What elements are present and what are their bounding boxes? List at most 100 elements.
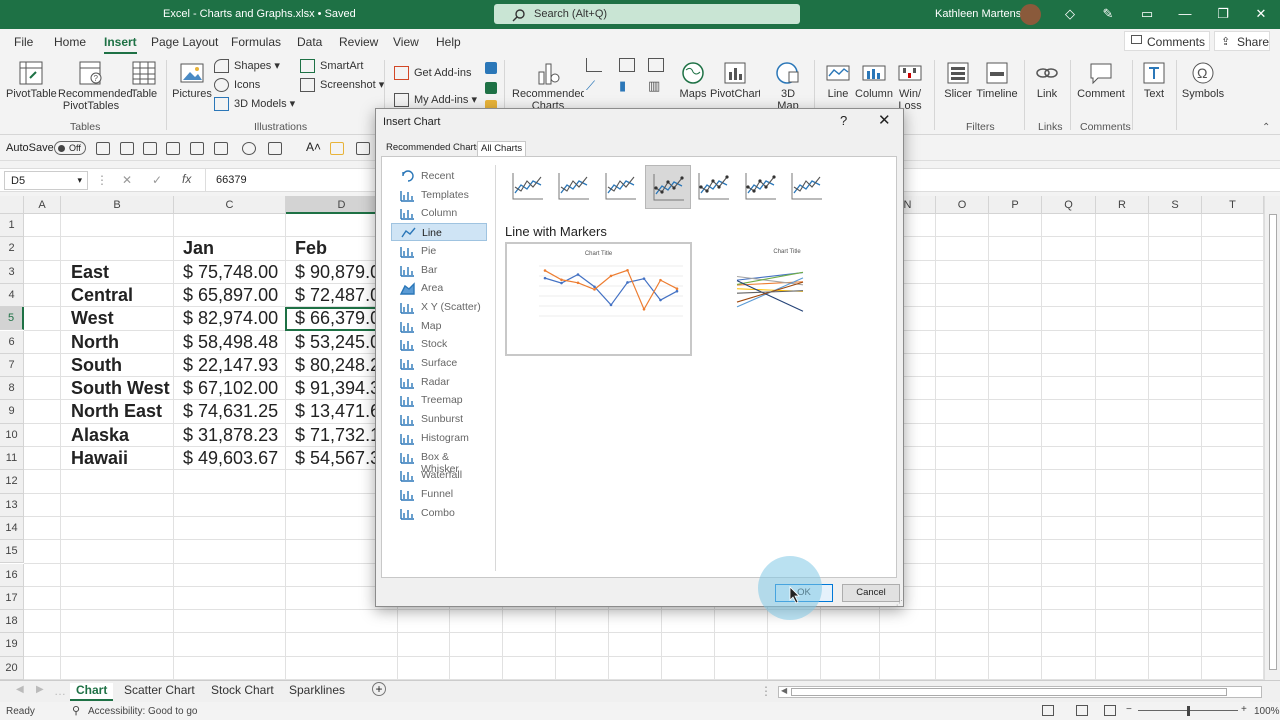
borders-icon[interactable] [356, 142, 370, 155]
cell-region[interactable]: Hawaii [71, 448, 173, 469]
waterfall-chart-icon[interactable] [648, 58, 664, 72]
column-header-q[interactable]: Q [1042, 196, 1096, 214]
cancel-button[interactable]: Cancel [842, 584, 900, 602]
cancel-entry-icon[interactable]: ✕ [122, 173, 132, 187]
row-header-9[interactable]: 9 [0, 400, 24, 424]
row-header-2[interactable]: 2 [0, 237, 24, 261]
sheet-tab-stock-chart[interactable]: Stock Chart [205, 683, 280, 697]
help-icon[interactable]: ? [840, 113, 847, 128]
search-box[interactable]: Search (Alt+Q) [494, 4, 800, 24]
column-header-c[interactable]: C [174, 196, 286, 214]
icons-button[interactable]: Icons [214, 76, 260, 94]
subtype-line[interactable] [505, 165, 551, 209]
chart-type-sunburst[interactable]: Sunburst [391, 410, 487, 428]
select-all-corner[interactable] [0, 196, 24, 214]
row-header-13[interactable]: 13 [0, 493, 24, 517]
cell-region[interactable]: South [71, 355, 173, 376]
subtype-3d-line[interactable] [784, 165, 830, 209]
next-sheet-icon[interactable]: ▶ [36, 684, 44, 695]
chart-type-line[interactable]: Line [391, 223, 487, 242]
cell-region[interactable]: West [71, 308, 173, 329]
tab-view[interactable]: View [393, 35, 419, 49]
row-header-5[interactable]: 5 [0, 307, 24, 331]
row-header-12[interactable]: 12 [0, 470, 24, 494]
row-header-15[interactable]: 15 [0, 540, 24, 564]
column-header-t[interactable]: T [1202, 196, 1264, 214]
chart-type-map[interactable]: Map [391, 317, 487, 335]
insert-function-icon[interactable]: fx [182, 172, 191, 186]
page-break-view-icon[interactable] [1104, 705, 1116, 716]
tab-recommended-charts[interactable]: Recommended Charts [383, 141, 484, 157]
confirm-entry-icon[interactable]: ✓ [152, 173, 162, 187]
chart-type-surface[interactable]: Surface [391, 354, 487, 372]
pivotchart-button[interactable]: PivotChart [710, 60, 760, 112]
zoom-level[interactable]: 100% [1254, 706, 1280, 717]
row-header-7[interactable]: 7 [0, 353, 24, 378]
tab-all-charts[interactable]: All Charts [477, 141, 527, 157]
column-header-s[interactable]: S [1149, 196, 1202, 214]
resize-grip-icon[interactable]: ⋰ [896, 599, 903, 607]
chart-type-radar[interactable]: Radar [391, 373, 487, 391]
minimize-ribbon-icon[interactable]: ▭ [1140, 7, 1154, 21]
user-name[interactable]: Kathleen Martens [935, 8, 1021, 20]
cell-region[interactable]: Central [71, 285, 173, 306]
close-icon[interactable]: ✕ [878, 111, 891, 129]
screenshot-button[interactable]: Screenshot ▾ [300, 76, 384, 94]
row-header-10[interactable]: 10 [0, 423, 24, 447]
my-addins-button[interactable]: My Add-ins ▾ [394, 91, 477, 109]
cell-jan-value[interactable]: $ 49,603.67 [183, 448, 285, 469]
accessibility-status[interactable]: Accessibility: Good to go [88, 706, 198, 717]
row-header-8[interactable]: 8 [0, 377, 24, 401]
subtype-line-with-markers[interactable] [645, 165, 691, 209]
combo-chart-icon[interactable]: ▥ [648, 78, 660, 94]
more-sheets-icon[interactable]: … [54, 684, 66, 698]
sheet-tab-scatter-chart[interactable]: Scatter Chart [118, 683, 201, 697]
prev-sheet-icon[interactable]: ◀ [16, 684, 24, 695]
page-layout-view-icon[interactable] [1076, 705, 1088, 716]
chart-type-area[interactable]: Area [391, 279, 487, 297]
chart-type-funnel[interactable]: Funnel [391, 485, 487, 503]
document-icon[interactable] [214, 142, 228, 155]
column-header-a[interactable]: A [24, 196, 61, 214]
statistic-chart-icon[interactable]: ▮ [619, 78, 626, 94]
print-icon[interactable] [190, 142, 204, 155]
cell-jan-value[interactable]: $ 74,631.25 [183, 401, 285, 422]
subtype-stacked-line[interactable] [551, 165, 597, 209]
row-header-16[interactable]: 16 [0, 563, 24, 587]
3d-map-button[interactable]: 3D Map [770, 60, 806, 112]
collapse-ribbon-icon[interactable]: ⌃ [1262, 122, 1270, 133]
recommended-pivottables-button[interactable]: ? Recommended PivotTables [58, 60, 133, 112]
row-header-14[interactable]: 14 [0, 516, 24, 541]
chart-type-combo[interactable]: Combo [391, 504, 487, 522]
save-icon[interactable] [96, 142, 110, 155]
sheet-tab-sparklines[interactable]: Sparklines [283, 683, 351, 697]
restore-icon[interactable]: ❐ [1216, 7, 1230, 21]
tab-review[interactable]: Review [339, 35, 378, 49]
cell-jan-value[interactable]: $ 65,897.00 [183, 285, 285, 306]
diamond-icon[interactable]: ◇ [1063, 7, 1077, 21]
tab-data[interactable]: Data [297, 35, 322, 49]
scroll-left-icon[interactable]: ◀ [781, 686, 787, 695]
sparkline-column-button[interactable]: Column [854, 60, 894, 100]
cell-jan-value[interactable]: $ 82,974.00 [183, 308, 285, 329]
horizontal-scrollbar[interactable]: ◀ [778, 686, 1262, 698]
visio-icon[interactable] [485, 62, 497, 74]
increase-font-icon[interactable]: A˄ [306, 140, 321, 154]
chart-type-box-whisker[interactable]: Box & Whisker [391, 448, 487, 475]
cell-jan-value[interactable]: $ 58,498.48 [183, 332, 285, 353]
sparkline-line-button[interactable]: Line [822, 60, 854, 100]
text-button[interactable]: Text [1138, 60, 1170, 100]
format-painter-icon[interactable] [242, 142, 256, 155]
row-header-3[interactable]: 3 [0, 260, 24, 284]
chart-preview-2[interactable]: Chart Title [697, 242, 877, 356]
subtype-100-stacked-line-with-markers[interactable] [738, 165, 784, 209]
minimize-icon[interactable]: — [1178, 7, 1192, 21]
cell-jan-value[interactable]: $ 75,748.00 [183, 262, 285, 283]
tab-page-layout[interactable]: Page Layout [151, 35, 218, 49]
column-chart-icon[interactable] [586, 58, 602, 72]
vertical-scrollbar[interactable] [1264, 196, 1280, 680]
chart-type-waterfall[interactable]: Waterfall [391, 466, 487, 484]
cell-jan-value[interactable]: $ 22,147.93 [183, 355, 285, 376]
tab-file[interactable]: File [14, 35, 33, 49]
autosave-toggle[interactable]: Off [54, 141, 86, 155]
